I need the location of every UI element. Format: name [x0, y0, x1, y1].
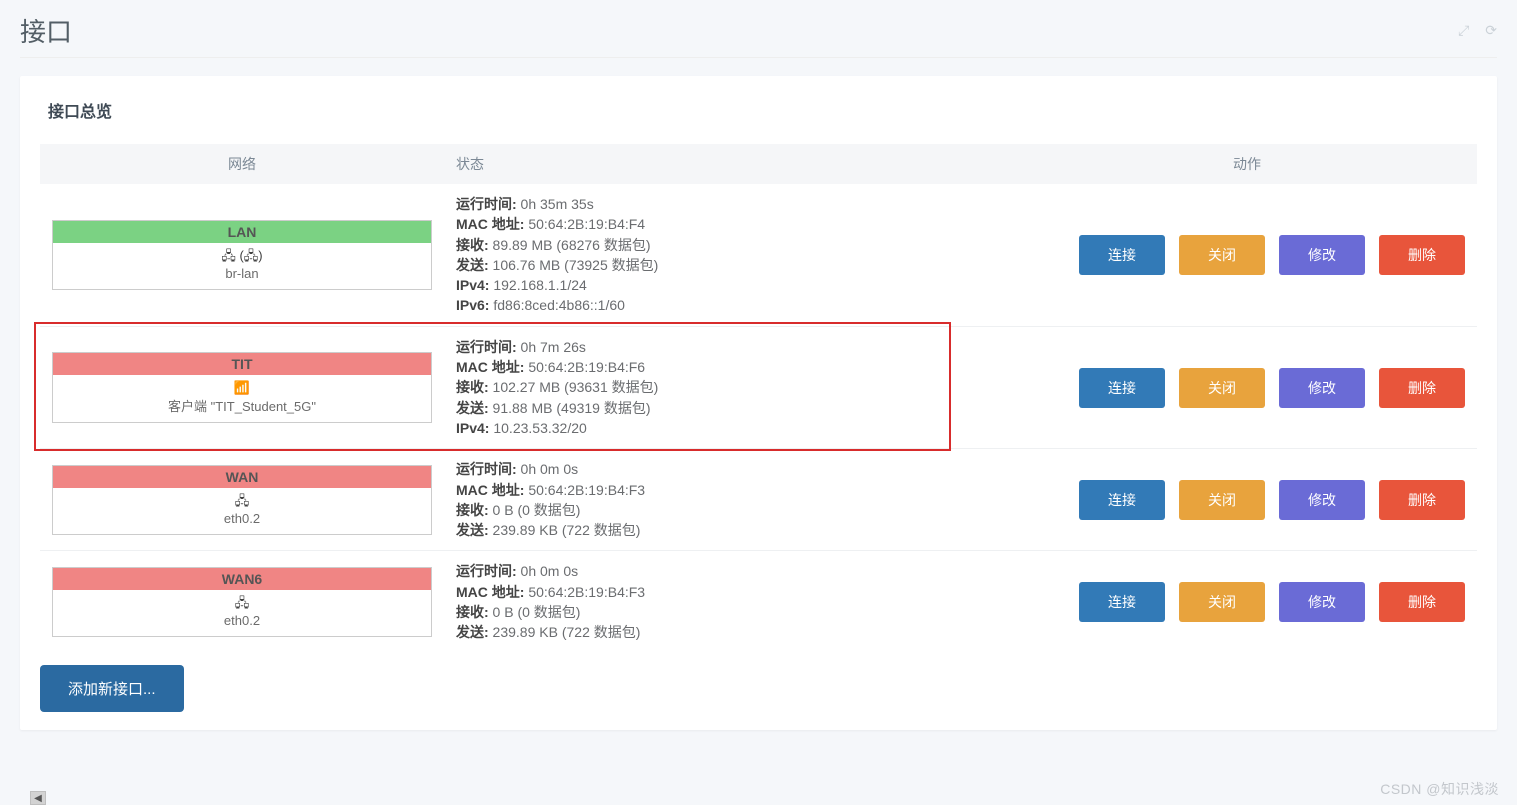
connect-button[interactable]: 连接 [1079, 480, 1165, 520]
interfaces-table: 网络 状态 动作 LAN 🖧 (🖧)br-lan 运行时间: 0h 35m 35sM… [40, 144, 1477, 653]
network-box[interactable]: LAN 🖧 (🖧)br-lan [52, 220, 432, 290]
edit-button[interactable]: 修改 [1279, 480, 1365, 520]
connect-button[interactable]: 连接 [1079, 235, 1165, 275]
table-row: WAN6 🖧eth0.2 运行时间: 0h 0m 0sMAC 地址: 50:64:2… [40, 551, 1477, 653]
actions-cell: 连接关闭修改删除 [1017, 449, 1477, 551]
shutdown-button[interactable]: 关闭 [1179, 368, 1265, 408]
col-network: 网络 [40, 144, 444, 184]
edit-button[interactable]: 修改 [1279, 582, 1365, 622]
delete-button[interactable]: 删除 [1379, 368, 1465, 408]
network-name: WAN6 [53, 568, 431, 590]
table-row: LAN 🖧 (🖧)br-lan 运行时间: 0h 35m 35sMAC 地址: 50… [40, 184, 1477, 326]
col-status: 状态 [444, 144, 1017, 184]
network-cell: TIT 📶客户端 "TIT_Student_5G" [40, 326, 444, 448]
shutdown-button[interactable]: 关闭 [1179, 480, 1265, 520]
actions-cell: 连接关闭修改删除 [1017, 551, 1477, 653]
actions-cell: 连接关闭修改删除 [1017, 326, 1477, 448]
scroll-left-icon[interactable]: ◀ [30, 791, 46, 805]
network-device: eth0.2 [53, 510, 431, 528]
status-cell: 运行时间: 0h 35m 35sMAC 地址: 50:64:2B:19:B4:F… [444, 184, 1017, 326]
status-cell: 运行时间: 0h 7m 26sMAC 地址: 50:64:2B:19:B4:F6… [444, 326, 1017, 448]
network-device: eth0.2 [53, 612, 431, 630]
network-box[interactable]: WAN6 🖧eth0.2 [52, 567, 432, 637]
refresh-icon[interactable]: ⟳ [1485, 22, 1497, 39]
edit-button[interactable]: 修改 [1279, 235, 1365, 275]
status-cell: 运行时间: 0h 0m 0sMAC 地址: 50:64:2B:19:B4:F3接… [444, 551, 1017, 653]
collapse-icon[interactable]: ⤢ [1458, 22, 1469, 39]
connect-button[interactable]: 连接 [1079, 368, 1165, 408]
shutdown-button[interactable]: 关闭 [1179, 582, 1265, 622]
col-actions: 动作 [1017, 144, 1477, 184]
delete-button[interactable]: 删除 [1379, 480, 1465, 520]
delete-button[interactable]: 删除 [1379, 582, 1465, 622]
network-device-icon: 🖧 (🖧) [53, 247, 431, 265]
network-device-icon: 🖧 [53, 492, 431, 510]
add-interface-button[interactable]: 添加新接口... [40, 665, 184, 712]
shutdown-button[interactable]: 关闭 [1179, 235, 1265, 275]
network-device: 客户端 "TIT_Student_5G" [53, 398, 431, 416]
connect-button[interactable]: 连接 [1079, 582, 1165, 622]
network-name: LAN [53, 221, 431, 243]
page-title: 接口 [20, 12, 72, 49]
edit-button[interactable]: 修改 [1279, 368, 1365, 408]
interfaces-panel: 接口总览 网络 状态 动作 LAN 🖧 (🖧)br-lan 运行时间: 0h 35m… [20, 76, 1497, 730]
panel-title: 接口总览 [40, 76, 1477, 144]
network-cell: LAN 🖧 (🖧)br-lan [40, 184, 444, 326]
network-device-icon: 📶 [53, 379, 431, 397]
table-row: WAN 🖧eth0.2 运行时间: 0h 0m 0sMAC 地址: 50:64:2B… [40, 449, 1477, 551]
watermark: CSDN @知识浅淡 [1380, 779, 1499, 799]
network-device: br-lan [53, 265, 431, 283]
network-cell: WAN6 🖧eth0.2 [40, 551, 444, 653]
network-cell: WAN 🖧eth0.2 [40, 449, 444, 551]
status-cell: 运行时间: 0h 0m 0sMAC 地址: 50:64:2B:19:B4:F3接… [444, 449, 1017, 551]
network-device-icon: 🖧 [53, 594, 431, 612]
network-box[interactable]: WAN 🖧eth0.2 [52, 465, 432, 535]
network-name: TIT [53, 353, 431, 375]
delete-button[interactable]: 删除 [1379, 235, 1465, 275]
network-box[interactable]: TIT 📶客户端 "TIT_Student_5G" [52, 352, 432, 422]
network-name: WAN [53, 466, 431, 488]
actions-cell: 连接关闭修改删除 [1017, 184, 1477, 326]
table-row: TIT 📶客户端 "TIT_Student_5G" 运行时间: 0h 7m 26sM… [40, 326, 1477, 448]
